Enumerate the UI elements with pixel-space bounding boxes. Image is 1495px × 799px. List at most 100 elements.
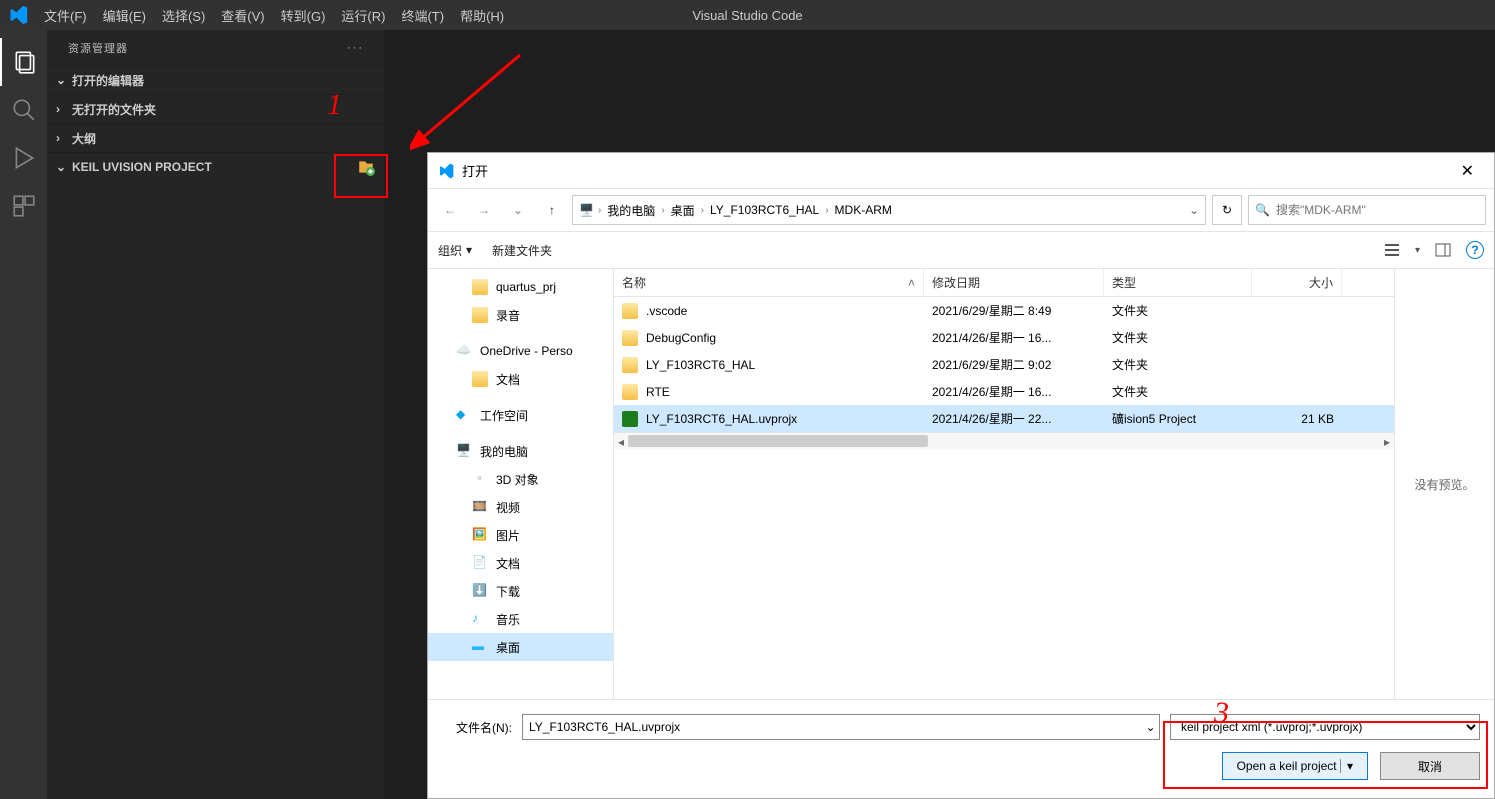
help-icon[interactable]: ? [1466,241,1484,259]
scroll-thumb[interactable] [628,435,928,447]
vscode-mini-icon [438,163,454,179]
dialog-close-icon[interactable]: ✕ [1451,157,1484,185]
chevron-down-icon[interactable]: ▾ [1415,245,1420,256]
annotation-label-3: 3 [1214,696,1229,730]
preview-pane: 没有预览。 [1394,269,1494,699]
annotation-box-1 [334,154,388,198]
file-name: RTE [646,385,670,399]
search-icon: 🔍 [1255,203,1270,217]
address-bar[interactable]: 🖥️ › 我的电脑 › 桌面 › LY_F103RCT6_HAL › MDK-A… [572,195,1206,225]
menu-edit[interactable]: 编辑(E) [95,6,154,25]
dialog-titlebar: 打开 ✕ [428,153,1494,189]
file-name: .vscode [646,304,687,318]
col-type[interactable]: 类型 [1104,269,1252,296]
sort-asc-icon: ˄ [908,276,915,290]
view-options-icon[interactable] [1381,239,1403,261]
file-date: 2021/6/29/星期二 9:02 [924,356,1104,373]
filename-dropdown-icon[interactable]: ⌄ [1142,714,1160,740]
filename-label: 文件名(N): [442,719,512,736]
col-date[interactable]: 修改日期 [924,269,1104,296]
menu-view[interactable]: 查看(V) [213,6,272,25]
folder-icon [622,303,638,319]
file-row[interactable]: DebugConfig2021/4/26/星期一 16...文件夹 [614,324,1394,351]
menu-help[interactable]: 帮助(H) [452,6,512,25]
organize-dropdown[interactable]: 组织▾ [438,242,472,259]
chevron-right-icon: › [56,102,72,116]
tree-desktop[interactable]: ▬桌面 [428,633,613,661]
chevron-right-icon: › [56,131,72,145]
chevron-right-icon: › [661,205,664,216]
nav-up-icon[interactable]: ↑ [538,196,566,224]
tree-onedrive-docs[interactable]: 文档 [428,365,613,393]
tree-mypc[interactable]: 🖥️我的电脑 [428,437,613,465]
scroll-right-icon[interactable]: ▸ [1380,433,1394,450]
scroll-left-icon[interactable]: ◂ [614,433,628,450]
folder-tree[interactable]: quartus_prj 录音 ☁️OneDrive - Perso 文档 ◆工作… [428,269,614,699]
activitybar [0,30,48,799]
menu-run[interactable]: 运行(R) [333,6,393,25]
refresh-icon[interactable]: ↻ [1212,195,1242,225]
file-row[interactable]: RTE2021/4/26/星期一 16...文件夹 [614,378,1394,405]
tree-downloads[interactable]: ⬇️下载 [428,577,613,605]
dialog-nav: ← → ⌄ ↑ 🖥️ › 我的电脑 › 桌面 › LY_F103RCT6_HAL… [428,189,1494,231]
chevron-down-icon: ▾ [466,243,472,257]
tree-onedrive[interactable]: ☁️OneDrive - Perso [428,337,613,365]
col-name[interactable]: 名称˄ [614,269,924,296]
section-open-editors-label: 打开的编辑器 [72,72,144,89]
menu-go[interactable]: 转到(G) [273,6,334,25]
tree-docs[interactable]: 📄文档 [428,549,613,577]
crumb-mdk[interactable]: MDK-ARM [833,203,894,217]
file-type: 文件夹 [1104,302,1252,319]
tree-workspace[interactable]: ◆工作空间 [428,401,613,429]
folder-icon [622,384,638,400]
horizontal-scrollbar[interactable]: ◂ ▸ [614,432,1394,449]
file-row[interactable]: LY_F103RCT6_HAL.uvprojx2021/4/26/星期一 22.… [614,405,1394,432]
menu-terminal[interactable]: 终端(T) [393,6,452,25]
section-no-folder-label: 无打开的文件夹 [72,101,156,118]
sidebar-header: 资源管理器 ··· [48,30,384,65]
address-dropdown-icon[interactable]: ⌄ [1189,203,1199,217]
new-folder-button[interactable]: 新建文件夹 [492,242,552,259]
dialog-toolbar: 组织▾ 新建文件夹 ▾ ? [428,231,1494,269]
tree-video[interactable]: 🎞️视频 [428,493,613,521]
preview-pane-icon[interactable] [1432,239,1454,261]
tree-pictures[interactable]: 🖼️图片 [428,521,613,549]
col-size[interactable]: 大小 [1252,269,1342,296]
column-headers[interactable]: 名称˄ 修改日期 类型 大小 [614,269,1394,297]
tree-quartus[interactable]: quartus_prj [428,273,613,301]
filename-input[interactable] [522,714,1142,740]
sidebar: 资源管理器 ··· ⌄ 打开的编辑器 › 无打开的文件夹 › 大纲 ⌄ KEIL [48,30,384,799]
activity-search-icon[interactable] [0,86,48,134]
file-row[interactable]: .vscode2021/6/29/星期二 8:49文件夹 [614,297,1394,324]
tree-record[interactable]: 录音 [428,301,613,329]
tree-music[interactable]: ♪音乐 [428,605,613,633]
activity-extensions-icon[interactable] [0,182,48,230]
more-icon[interactable]: ··· [347,42,364,54]
uvprojx-file-icon [622,411,638,427]
menu-select[interactable]: 选择(S) [154,6,213,25]
file-type: 文件夹 [1104,329,1252,346]
section-outline-label: 大纲 [72,130,96,147]
crumb-root[interactable]: 我的电脑 [605,202,657,219]
crumb-desktop[interactable]: 桌面 [669,202,697,219]
tree-3d[interactable]: ▫️3D 对象 [428,465,613,493]
file-type: 文件夹 [1104,383,1252,400]
menu-file[interactable]: 文件(F) [36,6,95,25]
folder-icon [622,357,638,373]
crumb-project[interactable]: LY_F103RCT6_HAL [708,203,821,217]
search-input[interactable] [1276,203,1479,217]
activity-run-icon[interactable] [0,134,48,182]
nav-recent-icon[interactable]: ⌄ [504,196,532,224]
file-list-wrap: 名称˄ 修改日期 类型 大小 .vscode2021/6/29/星期二 8:49… [614,269,1394,699]
file-size: 21 KB [1252,412,1342,426]
chevron-down-icon: ⌄ [56,160,72,174]
nav-back-icon[interactable]: ← [436,196,464,224]
activity-explorer-icon[interactable] [0,38,48,86]
section-outline[interactable]: › 大纲 [48,124,384,152]
file-open-dialog: 打开 ✕ ← → ⌄ ↑ 🖥️ › 我的电脑 › 桌面 › LY_F103RCT… [427,152,1495,799]
dialog-body: quartus_prj 录音 ☁️OneDrive - Perso 文档 ◆工作… [428,269,1494,699]
search-box[interactable]: 🔍 [1248,195,1486,225]
file-row[interactable]: LY_F103RCT6_HAL2021/6/29/星期二 9:02文件夹 [614,351,1394,378]
sidebar-title: 资源管理器 [68,40,128,56]
file-name: LY_F103RCT6_HAL [646,358,755,372]
